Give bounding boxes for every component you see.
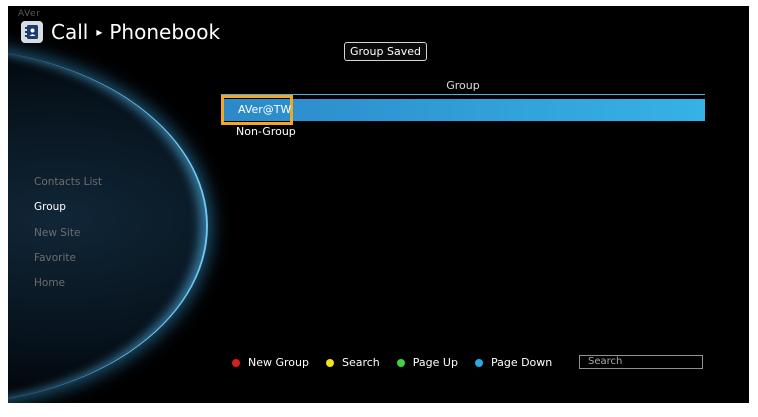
- legend-new-group[interactable]: New Group: [232, 356, 309, 369]
- search-input[interactable]: Search: [579, 355, 703, 369]
- breadcrumb-section: Call: [51, 20, 89, 44]
- status-toast: Group Saved: [344, 42, 427, 61]
- sidebar-item-favorite[interactable]: Favorite: [34, 246, 102, 271]
- list-item-selected[interactable]: [221, 99, 705, 121]
- legend-label: Page Up: [412, 356, 458, 369]
- group-column-header: Group: [446, 79, 480, 92]
- header-divider: [221, 94, 705, 95]
- yellow-dot-icon: [325, 358, 334, 367]
- group-row-avertw[interactable]: AVer@TW: [238, 103, 291, 116]
- page-title: Call ▸ Phonebook: [21, 20, 220, 44]
- green-dot-icon: [396, 358, 405, 367]
- breadcrumb-arrow-icon: ▸: [96, 25, 103, 39]
- legend-label: New Group: [248, 356, 309, 369]
- color-key-legend: New Group Search Page Up Page Down: [232, 356, 569, 369]
- blue-dot-icon: [474, 358, 483, 367]
- legend-search[interactable]: Search: [325, 356, 380, 369]
- legend-page-up[interactable]: Page Up: [396, 356, 458, 369]
- sidebar-item-new-site[interactable]: New Site: [34, 221, 102, 246]
- legend-label: Search: [341, 356, 380, 369]
- sidebar-item-contacts-list[interactable]: Contacts List: [34, 170, 102, 195]
- sidebar-item-home[interactable]: Home: [34, 271, 102, 296]
- group-row-non-group[interactable]: Non-Group: [236, 125, 296, 138]
- brand-label: AVer: [18, 9, 41, 19]
- legend-label: Page Down: [490, 356, 553, 369]
- red-dot-icon: [232, 358, 240, 367]
- tv-screen: AVer Call ▸ Phonebook Group Saved Group …: [8, 6, 749, 403]
- sidebar-item-group[interactable]: Group: [34, 195, 102, 220]
- phonebook-icon: [21, 21, 43, 43]
- legend-page-down[interactable]: Page Down: [474, 356, 553, 369]
- breadcrumb-page: Phonebook: [109, 20, 221, 44]
- sidebar-menu: Contacts List Group New Site Favorite Ho…: [34, 170, 102, 296]
